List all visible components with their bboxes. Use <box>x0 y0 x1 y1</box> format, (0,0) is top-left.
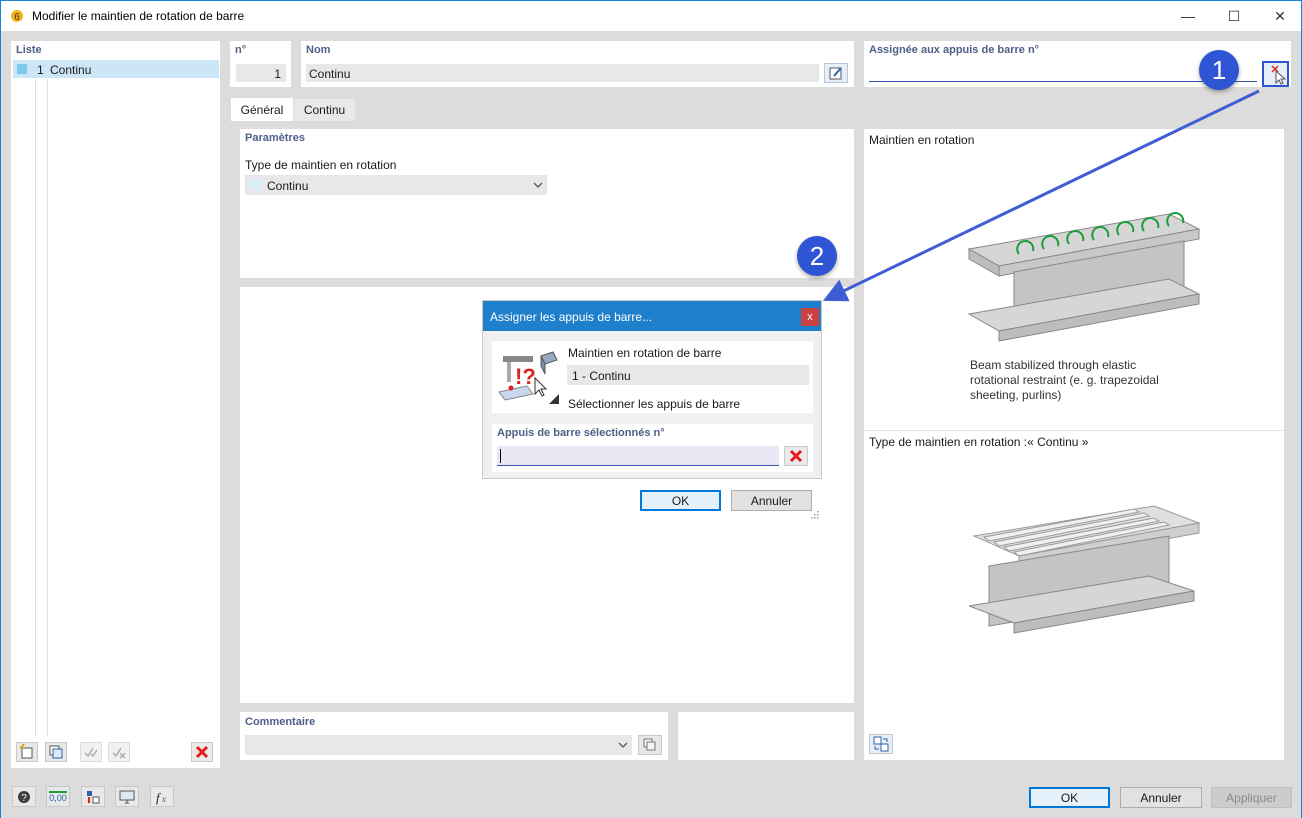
badge-1-label: 1 <box>1211 54 1227 85</box>
annotation-badge-2: 2 <box>797 236 837 276</box>
annotation-arrow <box>822 89 1260 302</box>
annotation-badge-1: 1 <box>1199 50 1239 90</box>
badge-2-label: 2 <box>809 240 825 271</box>
dialog-window: 6 Modifier le maintien de rotation de ba… <box>0 0 1302 818</box>
